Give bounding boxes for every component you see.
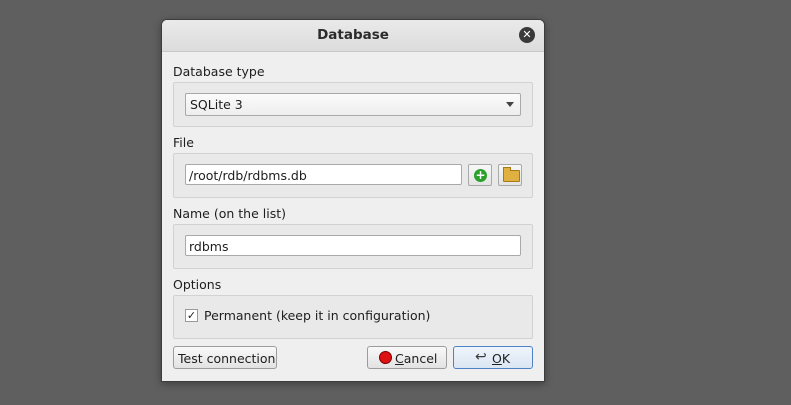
name-label: Name (on the list) <box>173 206 286 221</box>
cancel-button[interactable]: Cancel <box>367 346 447 369</box>
folder-icon <box>503 167 520 182</box>
test-connection-label: Test connection <box>178 351 276 366</box>
name-group: rdbms <box>173 224 533 269</box>
test-connection-button[interactable]: Test connection <box>173 346 277 369</box>
permanent-checkbox[interactable]: ✓ <box>185 309 198 322</box>
database-type-group: SQLite 3 <box>173 82 533 127</box>
cancel-label: Cancel <box>395 351 438 366</box>
name-value: rdbms <box>189 239 229 254</box>
file-group: /root/rdb/rdbms.db + <box>173 153 533 198</box>
plus-icon: + <box>474 168 487 182</box>
browse-file-button[interactable] <box>498 164 522 186</box>
chevron-down-icon <box>506 102 514 107</box>
database-dialog: Database ✕ Database type SQLite 3 File /… <box>161 19 545 382</box>
file-label: File <box>173 135 194 150</box>
database-type-select[interactable]: SQLite 3 <box>185 93 521 116</box>
dialog-title: Database <box>317 27 389 43</box>
database-type-value: SQLite 3 <box>190 97 243 112</box>
close-icon[interactable]: ✕ <box>519 27 535 43</box>
file-path-input[interactable]: /root/rdb/rdbms.db <box>185 164 462 185</box>
permanent-label[interactable]: Permanent (keep it in configuration) <box>204 308 430 323</box>
title-bar[interactable]: Database ✕ <box>162 20 544 52</box>
file-path-value: /root/rdb/rdbms.db <box>189 168 307 183</box>
database-type-label: Database type <box>173 64 265 79</box>
options-label: Options <box>173 277 222 292</box>
add-file-button[interactable]: + <box>468 164 492 186</box>
options-group: ✓ Permanent (keep it in configuration) <box>173 295 533 339</box>
checkmark-arrow-icon: ↩ <box>475 349 487 365</box>
ok-label: OK <box>492 351 511 366</box>
ok-button[interactable]: ↩ OK <box>453 346 533 369</box>
stop-icon <box>379 351 392 364</box>
name-input[interactable]: rdbms <box>185 235 521 256</box>
